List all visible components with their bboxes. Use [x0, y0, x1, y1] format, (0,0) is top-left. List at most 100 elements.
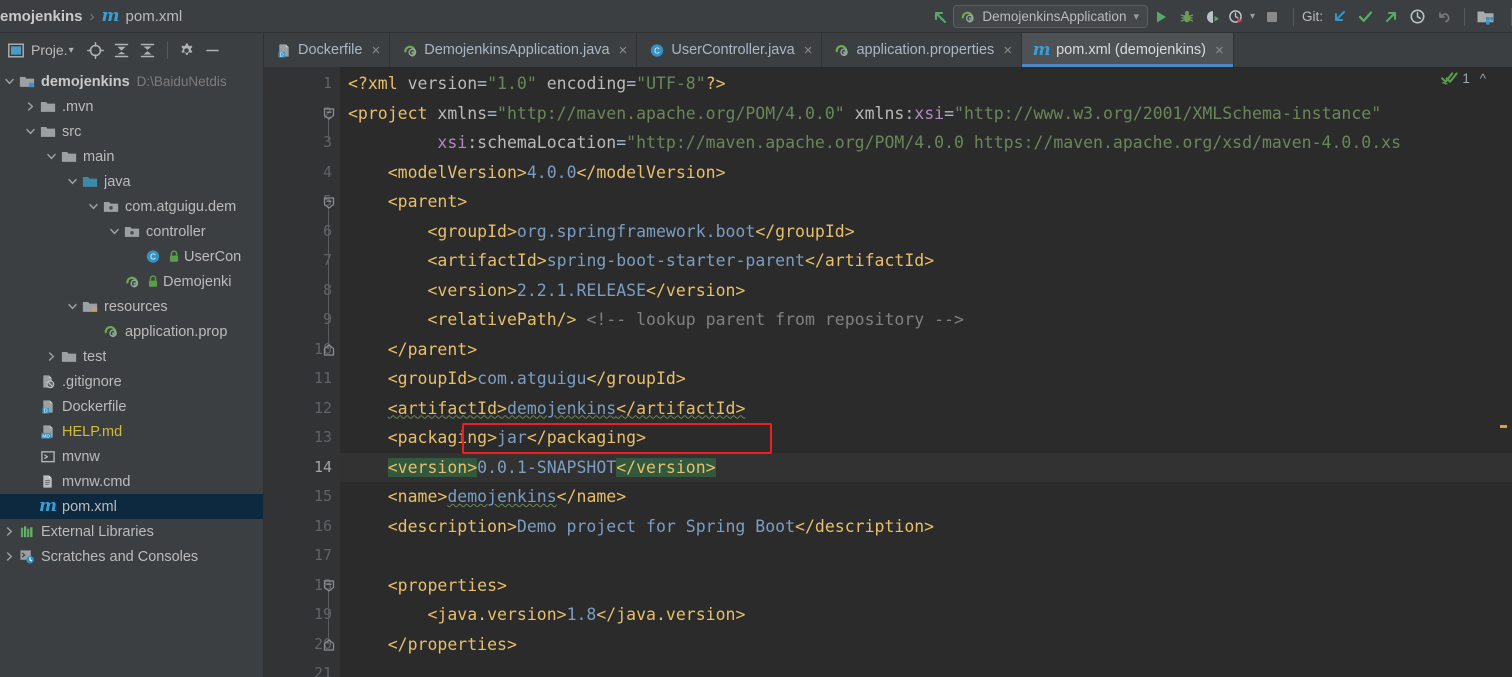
- tree-item-scratches-and-consoles[interactable]: Scratches and Consoles: [0, 544, 263, 569]
- run-configuration-selector[interactable]: DemojenkinsApplication ▾: [953, 5, 1148, 28]
- chevron-right-icon[interactable]: [2, 551, 17, 562]
- code-line[interactable]: <groupId>com.atguigu</groupId>: [340, 364, 1512, 394]
- fold-column[interactable]: [318, 69, 340, 677]
- code-line[interactable]: [340, 541, 1512, 571]
- fold-collapse-icon[interactable]: [322, 580, 335, 593]
- chevron-down-icon[interactable]: ▾: [1133, 10, 1139, 23]
- tree-item-help-md[interactable]: MD HELP.md: [0, 419, 263, 444]
- crosshair-target-icon[interactable]: [84, 38, 108, 62]
- chevron-down-icon[interactable]: [107, 226, 122, 237]
- fold-end-icon[interactable]: [322, 639, 335, 652]
- markdown-file-icon: MD: [38, 424, 58, 439]
- chevron-down-icon[interactable]: [65, 301, 80, 312]
- tree-item-mvnw[interactable]: mvnw: [0, 444, 263, 469]
- code-line[interactable]: </properties>: [340, 630, 1512, 660]
- code-line[interactable]: [340, 659, 1512, 677]
- debug-bug-icon[interactable]: [1174, 4, 1200, 30]
- code-line[interactable]: <version>0.0.1-SNAPSHOT</version>: [340, 452, 1512, 482]
- chevron-down-icon[interactable]: ▾: [69, 45, 74, 56]
- chevron-right-icon[interactable]: [2, 526, 17, 537]
- tree-item-main[interactable]: main: [0, 144, 263, 169]
- chevron-right-icon[interactable]: [44, 351, 59, 362]
- stop-square-icon[interactable]: [1259, 4, 1285, 30]
- tree-item-dockerfile[interactable]: D Dockerfile: [0, 394, 263, 419]
- code-line[interactable]: <groupId>org.springframework.boot</group…: [340, 217, 1512, 247]
- code-line[interactable]: <modelVersion>4.0.0</modelVersion>: [340, 158, 1512, 188]
- undo-arrow-icon[interactable]: [1430, 4, 1456, 30]
- chevron-down-icon[interactable]: [65, 176, 80, 187]
- code-line[interactable]: <artifactId>spring-boot-starter-parent</…: [340, 246, 1512, 276]
- editor-tab-demojenkinsapplication-java[interactable]: DemojenkinsApplication.java ×: [390, 33, 638, 67]
- profiler-dropdown-chevron-icon[interactable]: ▾: [1246, 4, 1259, 30]
- code-line[interactable]: <artifactId>demojenkins</artifactId>: [340, 394, 1512, 424]
- code-line[interactable]: <relativePath/> <!-- lookup parent from …: [340, 305, 1512, 335]
- code-line[interactable]: <properties>: [340, 571, 1512, 601]
- tree-item-demojenkins[interactable]: demojenkins D:\BaiduNetdis: [0, 69, 263, 94]
- code-line[interactable]: <project xmlns="http://maven.apache.org/…: [340, 99, 1512, 129]
- inspection-chevron-up-icon[interactable]: ^: [1480, 71, 1486, 86]
- fold-collapse-icon[interactable]: [322, 108, 335, 121]
- fold-end-icon[interactable]: [322, 344, 335, 357]
- close-icon[interactable]: ×: [1215, 43, 1224, 58]
- editor-tab-application-properties[interactable]: application.properties ×: [822, 33, 1023, 67]
- chevron-down-icon[interactable]: [23, 126, 38, 137]
- tree-item-external-libraries[interactable]: External Libraries: [0, 519, 263, 544]
- run-play-icon[interactable]: [1148, 4, 1174, 30]
- tree-item-pom-xml[interactable]: m pom.xml: [0, 494, 263, 519]
- code-line[interactable]: <version>2.2.1.RELEASE</version>: [340, 276, 1512, 306]
- chevron-down-icon[interactable]: [2, 76, 17, 87]
- code-line[interactable]: <description>Demo project for Spring Boo…: [340, 512, 1512, 542]
- tree-item-test[interactable]: test: [0, 344, 263, 369]
- arrow-up-right-icon[interactable]: [1378, 4, 1404, 30]
- profiler-icon[interactable]: [1226, 4, 1246, 30]
- tree-item-com-atguigu-dem[interactable]: com.atguigu.dem: [0, 194, 263, 219]
- code-line[interactable]: </parent>: [340, 335, 1512, 365]
- tree-item-controller[interactable]: controller: [0, 219, 263, 244]
- code-line[interactable]: <name>demojenkins</name>: [340, 482, 1512, 512]
- fold-collapse-icon[interactable]: [322, 196, 335, 209]
- inspection-widget[interactable]: 1 ^: [1441, 71, 1486, 86]
- tree-item-application-prop[interactable]: application.prop: [0, 319, 263, 344]
- editor-vertical-scrollbar[interactable]: [1499, 67, 1512, 677]
- arrow-down-left-icon[interactable]: [1326, 4, 1352, 30]
- tree-item-mvnw-cmd[interactable]: mvnw.cmd: [0, 469, 263, 494]
- navigate-back-icon[interactable]: [927, 4, 953, 30]
- minimize-dash-icon[interactable]: [201, 38, 225, 62]
- chevron-down-icon[interactable]: [44, 151, 59, 162]
- code-editor[interactable]: 123456789101112131415161718192021 <?xml …: [264, 67, 1512, 677]
- expand-all-icon[interactable]: [110, 38, 134, 62]
- breadcrumb-item-pom-xml[interactable]: m pom.xml: [102, 6, 183, 26]
- tree-item--gitignore[interactable]: .gitignore: [0, 369, 263, 394]
- close-icon[interactable]: ×: [804, 43, 813, 58]
- folder-modules-icon[interactable]: [1473, 4, 1499, 30]
- editor-tab-pom-xml-demojenkins-[interactable]: m pom.xml (demojenkins) ×: [1022, 33, 1234, 67]
- project-view-selector[interactable]: Proje. ▾: [8, 42, 74, 58]
- code-content-area[interactable]: <?xml version="1.0" encoding="UTF-8"?> <p…: [340, 67, 1512, 677]
- tree-item-demojenki[interactable]: Demojenki: [0, 269, 263, 294]
- breadcrumb-item-emojenkins[interactable]: emojenkins: [0, 8, 83, 25]
- check-icon[interactable]: [1352, 4, 1378, 30]
- code-line[interactable]: <packaging>jar</packaging>: [340, 423, 1512, 453]
- chevron-down-icon[interactable]: [86, 201, 101, 212]
- gear-icon[interactable]: [175, 38, 199, 62]
- editor-tab-usercontroller-java[interactable]: C UserController.java ×: [637, 33, 823, 67]
- collapse-all-icon[interactable]: [136, 38, 160, 62]
- clock-icon[interactable]: [1404, 4, 1430, 30]
- editor-gutter[interactable]: 123456789101112131415161718192021: [264, 67, 340, 677]
- coverage-icon[interactable]: [1200, 4, 1226, 30]
- tree-item--mvn[interactable]: .mvn: [0, 94, 263, 119]
- tree-item-resources[interactable]: resources: [0, 294, 263, 319]
- tree-item-java[interactable]: java: [0, 169, 263, 194]
- tree-item-src[interactable]: src: [0, 119, 263, 144]
- code-line[interactable]: <?xml version="1.0" encoding="UTF-8"?>: [340, 69, 1512, 99]
- project-tree[interactable]: demojenkins D:\BaiduNetdis .mvn src main java…: [0, 67, 263, 677]
- editor-tab-dockerfile[interactable]: D Dockerfile ×: [264, 33, 391, 67]
- close-icon[interactable]: ×: [1003, 43, 1012, 58]
- close-icon[interactable]: ×: [619, 43, 628, 58]
- code-line[interactable]: <java.version>1.8</java.version>: [340, 600, 1512, 630]
- tree-item-usercon[interactable]: C UserCon: [0, 244, 263, 269]
- close-icon[interactable]: ×: [371, 43, 380, 58]
- chevron-right-icon[interactable]: [23, 101, 38, 112]
- code-line[interactable]: <parent>: [340, 187, 1512, 217]
- code-line[interactable]: xsi:schemaLocation="http://maven.apache.…: [340, 128, 1512, 158]
